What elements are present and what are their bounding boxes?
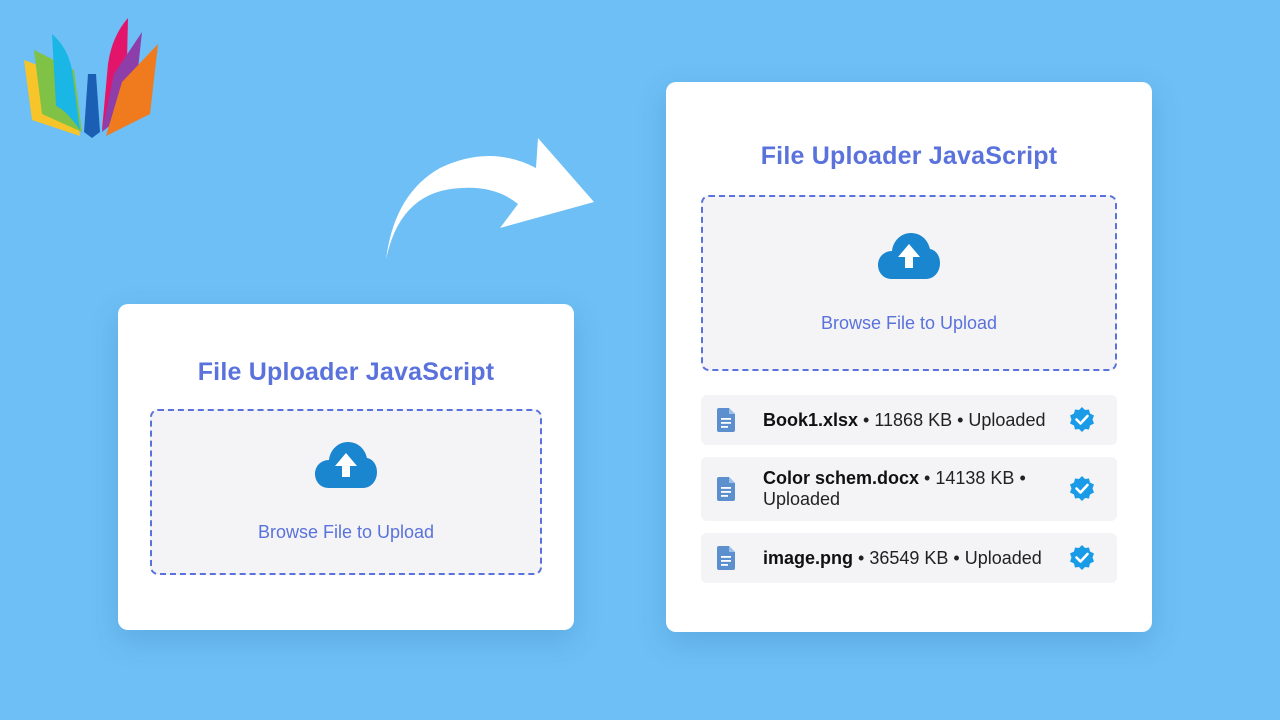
file-name: image.png (763, 547, 854, 568)
file-info: Book1.xlsx • 11868 KB • Uploaded (763, 410, 1061, 431)
cloud-upload-icon (315, 441, 377, 488)
cloud-upload-icon (878, 232, 940, 279)
file-dropzone[interactable]: Browse File to Upload (701, 195, 1117, 371)
file-status: Uploaded (968, 409, 1046, 430)
open-book-logo (24, 18, 158, 138)
file-size: 36549 KB (869, 547, 949, 568)
file-uploader-card-empty: File Uploader JavaScript Browse File to … (118, 304, 574, 630)
separator: • (1014, 468, 1026, 488)
file-dropzone[interactable]: Browse File to Upload (150, 409, 542, 575)
separator: • (853, 547, 870, 568)
file-info: image.png • 36549 KB • Uploaded (763, 548, 1061, 569)
verified-check-icon (1070, 407, 1094, 432)
file-size: 14138 KB (935, 468, 1015, 488)
separator: • (858, 409, 875, 430)
file-uploader-card-with-files: File Uploader JavaScript Browse File to … (666, 82, 1152, 632)
file-list-item: Color schem.docx • 14138 KB • Uploaded (701, 457, 1117, 521)
file-list-item: image.png • 36549 KB • Uploaded (701, 533, 1117, 583)
verified-check-icon (1070, 545, 1094, 570)
curved-arrow-icon (386, 138, 594, 260)
document-icon (717, 408, 735, 432)
uploaded-file-list: Book1.xlsx • 11868 KB • Uploaded Color s… (701, 395, 1117, 583)
card-title: File Uploader JavaScript (197, 358, 495, 386)
file-status: Uploaded (964, 547, 1042, 568)
verified-check-icon (1070, 476, 1094, 501)
document-icon (717, 477, 735, 501)
file-status: Uploaded (763, 489, 841, 509)
file-size: 11868 KB (874, 409, 953, 430)
separator: • (919, 468, 936, 488)
file-name: Color schem.docx (763, 468, 920, 488)
separator: • (952, 409, 969, 430)
file-name: Book1.xlsx (763, 409, 859, 430)
card-title: File Uploader JavaScript (760, 142, 1058, 170)
document-icon (717, 546, 735, 570)
browse-file-link[interactable]: Browse File to Upload (258, 522, 434, 543)
separator: • (948, 547, 965, 568)
file-info: Color schem.docx • 14138 KB • Uploaded (763, 468, 1061, 510)
file-list-item: Book1.xlsx • 11868 KB • Uploaded (701, 395, 1117, 445)
browse-file-link[interactable]: Browse File to Upload (821, 313, 997, 334)
